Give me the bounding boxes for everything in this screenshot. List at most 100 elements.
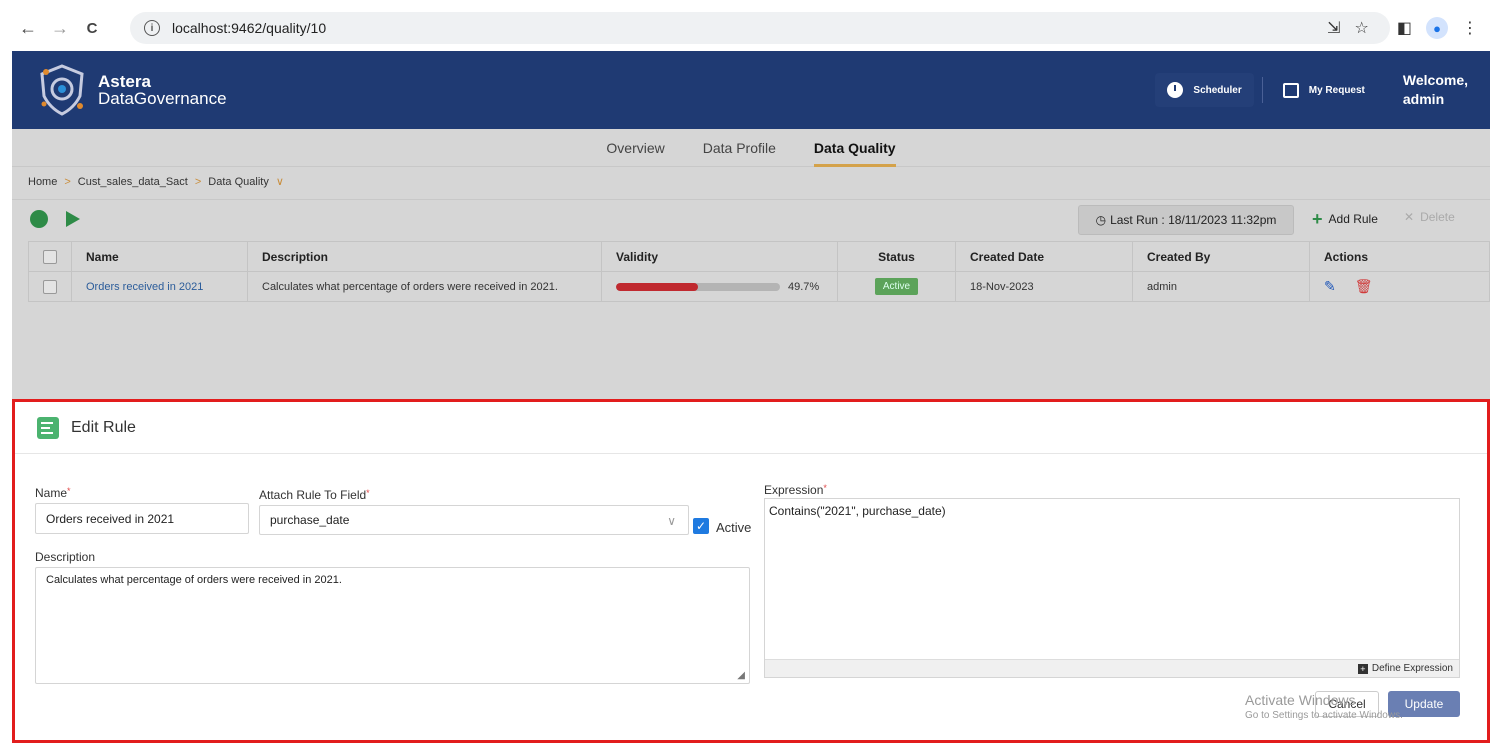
astera-logo-icon bbox=[40, 64, 84, 116]
delete-button[interactable]: ✕ Delete bbox=[1404, 210, 1455, 224]
message-icon bbox=[1282, 82, 1299, 98]
attach-field-select[interactable]: purchase_date ∨ bbox=[259, 505, 689, 535]
chevron-down-icon[interactable]: ∨ bbox=[276, 175, 284, 188]
plus-icon: + bbox=[1312, 209, 1323, 229]
col-status[interactable]: Status bbox=[837, 241, 956, 272]
edit-pencil-icon[interactable]: ✎ bbox=[1324, 278, 1336, 294]
welcome-line1: Welcome, bbox=[1402, 72, 1468, 89]
scheduler-button[interactable]: Scheduler bbox=[1155, 73, 1254, 107]
scheduler-label: Scheduler bbox=[1193, 84, 1242, 96]
plus-box-icon: + bbox=[1357, 663, 1368, 674]
rule-name-input[interactable]: Orders received in 2021 bbox=[35, 503, 249, 534]
brand-line1: Astera bbox=[98, 72, 151, 91]
active-label: Active bbox=[716, 520, 752, 535]
breadcrumb-separator: > bbox=[64, 175, 71, 188]
welcome-user[interactable]: Welcome, admin bbox=[1403, 71, 1468, 109]
expression-editor[interactable]: Contains("2021", purchase_date) + Define… bbox=[764, 498, 1460, 678]
attach-field-label: Attach Rule To Field* bbox=[259, 488, 370, 502]
brand-line2: DataGovernance bbox=[98, 89, 227, 108]
tab-overview[interactable]: Overview bbox=[606, 129, 664, 167]
rule-list-icon bbox=[37, 416, 59, 439]
col-created-by[interactable]: Created By bbox=[1132, 241, 1310, 272]
address-bar[interactable]: i localhost:9462/quality/10 bbox=[130, 12, 1390, 44]
site-info-icon[interactable]: i bbox=[144, 20, 160, 36]
description-label: Description bbox=[35, 550, 96, 564]
clock-icon: ◷ bbox=[1095, 213, 1107, 227]
expression-text[interactable]: Contains("2021", purchase_date) bbox=[765, 499, 1459, 523]
created-by: admin bbox=[1132, 271, 1310, 302]
attach-field-value: purchase_date bbox=[270, 513, 350, 527]
app-window: ← → C i localhost:9462/quality/10 ⇲ ☆ ◧ … bbox=[0, 0, 1502, 752]
select-all-checkbox[interactable] bbox=[43, 249, 57, 264]
tab-data-quality[interactable]: Data Quality bbox=[813, 129, 896, 167]
description-textarea[interactable]: Calculates what percentage of orders wer… bbox=[35, 567, 750, 684]
breadcrumb-dataset[interactable]: Cust_sales_data_Sact bbox=[78, 176, 188, 188]
trash-icon[interactable]: 🗑 bbox=[1355, 278, 1373, 294]
select-all-cell[interactable] bbox=[28, 241, 72, 272]
validity-percent: 49.7% bbox=[788, 280, 820, 293]
actions-cell: ✎ 🗑 bbox=[1309, 271, 1490, 302]
chevron-down-icon: ∨ bbox=[667, 514, 676, 528]
status-cell: Active bbox=[837, 271, 956, 302]
row-checkbox[interactable] bbox=[43, 279, 57, 294]
back-icon[interactable]: ← bbox=[12, 12, 44, 44]
browser-menu-icon[interactable]: ⋮ bbox=[1462, 18, 1478, 38]
breadcrumb-current: Data Quality bbox=[208, 175, 269, 188]
col-actions: Actions bbox=[1309, 241, 1490, 272]
name-label: Name* bbox=[35, 486, 71, 500]
browser-actions: ⇲ ☆ ◧ ● ⋮ bbox=[1327, 12, 1490, 44]
install-app-icon[interactable]: ⇲ bbox=[1327, 18, 1340, 38]
table-header-row: Name Description Validity Status Created… bbox=[28, 241, 1490, 272]
attach-field-label-text: Attach Rule To Field bbox=[259, 488, 367, 502]
run-play-icon[interactable] bbox=[66, 211, 80, 227]
define-expression-label: Define Expression bbox=[1371, 663, 1453, 674]
refresh-icon[interactable] bbox=[30, 210, 48, 228]
table-row[interactable]: Orders received in 2021 Calculates what … bbox=[28, 271, 1490, 302]
welcome-line2: admin bbox=[1402, 91, 1445, 107]
row-select-cell[interactable] bbox=[28, 271, 72, 302]
last-run-button[interactable]: ◷ Last Run : 18/11/2023 11:32pm bbox=[1078, 205, 1294, 235]
add-rule-button[interactable]: + Add Rule bbox=[1312, 210, 1378, 228]
profile-avatar-icon[interactable]: ● bbox=[1426, 17, 1448, 39]
header-actions: Scheduler My Request Welcome, admin bbox=[1155, 51, 1490, 129]
forward-icon[interactable]: → bbox=[44, 12, 76, 44]
clock-icon bbox=[1167, 82, 1184, 98]
tab-bar: Overview Data Profile Data Quality bbox=[12, 129, 1490, 167]
required-marker: * bbox=[366, 488, 370, 498]
col-validity[interactable]: Validity bbox=[601, 241, 838, 272]
col-description[interactable]: Description bbox=[247, 241, 602, 272]
validity-cell: 49.7% bbox=[601, 271, 838, 302]
cancel-button[interactable]: Cancel bbox=[1315, 691, 1379, 717]
validity-progress-bar bbox=[616, 282, 780, 291]
created-date: 18-Nov-2023 bbox=[955, 271, 1133, 302]
expression-label: Expression* bbox=[764, 483, 827, 497]
validity-progress-fill bbox=[616, 282, 698, 291]
col-name[interactable]: Name bbox=[71, 241, 248, 272]
side-panel-icon[interactable]: ◧ bbox=[1397, 18, 1412, 38]
panel-title: Edit Rule bbox=[71, 418, 136, 436]
reload-icon[interactable]: C bbox=[76, 12, 108, 44]
tab-data-profile[interactable]: Data Profile bbox=[703, 129, 776, 167]
browser-toolbar: ← → C i localhost:9462/quality/10 ⇲ ☆ ◧ … bbox=[12, 6, 1490, 50]
bookmark-star-icon[interactable]: ☆ bbox=[1355, 18, 1369, 38]
status-badge: Active bbox=[874, 278, 919, 295]
rule-name-link[interactable]: Orders received in 2021 bbox=[86, 281, 203, 293]
define-expression-button[interactable]: + Define Expression bbox=[765, 659, 1459, 677]
brand-name: Astera DataGovernance bbox=[98, 73, 227, 107]
close-icon: ✕ bbox=[1404, 210, 1415, 224]
required-marker: * bbox=[67, 486, 71, 496]
panel-header: Edit Rule bbox=[15, 402, 1487, 454]
update-button[interactable]: Update bbox=[1388, 691, 1460, 717]
name-label-text: Name bbox=[35, 486, 68, 500]
active-checkbox[interactable]: ✓ bbox=[693, 518, 709, 534]
expression-label-text: Expression bbox=[764, 483, 824, 497]
main-content-overlay: Overview Data Profile Data Quality Home … bbox=[12, 129, 1490, 399]
my-request-button[interactable]: My Request bbox=[1271, 73, 1377, 107]
breadcrumb-home[interactable]: Home bbox=[28, 176, 57, 188]
resize-handle-icon[interactable]: ◢ bbox=[737, 670, 745, 681]
url-text[interactable]: localhost:9462/quality/10 bbox=[172, 20, 326, 36]
app-header: Astera DataGovernance Scheduler My Reque… bbox=[12, 51, 1490, 129]
col-created-date[interactable]: Created Date bbox=[955, 241, 1133, 272]
my-request-label: My Request bbox=[1308, 84, 1365, 96]
last-run-label: Last Run : 18/11/2023 11:32pm bbox=[1110, 213, 1277, 227]
